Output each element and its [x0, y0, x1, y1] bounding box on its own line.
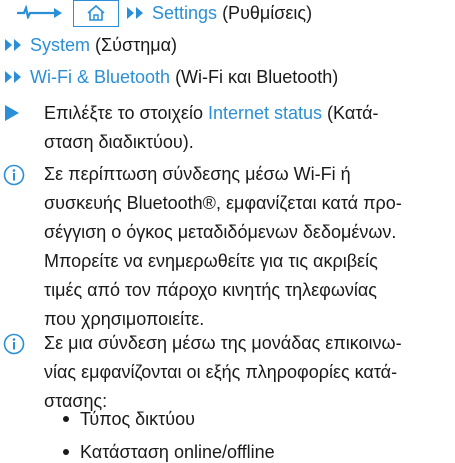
manual-page: Settings (Ρυθμίσεις) System (Σύστημα) Wi… [0, 0, 455, 462]
step-line-1-suffix: (Κατά- [322, 103, 379, 123]
bullet-dot [63, 449, 69, 455]
double-chevron-right-icon [127, 7, 143, 19]
breadcrumb-system[interactable]: System (Σύστημα) [30, 34, 177, 56]
bullet-item: Τύπος δικτύου [80, 409, 195, 429]
breadcrumb-system-translation: (Σύστημα) [95, 35, 177, 55]
breadcrumb-wifi-translation: (Wi-Fi και Bluetooth) [175, 67, 339, 87]
note-1: Σε περίπτωση σύνδεσης μέσω Wi-Fi ή συσκε… [44, 160, 402, 334]
bullet-dot [63, 416, 69, 422]
info-icon [3, 333, 25, 355]
home-icon [87, 4, 105, 21]
step-line-2: σταση διαδικτύου). [44, 132, 194, 152]
breadcrumb-wifi[interactable]: Wi-Fi & Bluetooth (Wi-Fi και Bluetooth) [30, 66, 338, 88]
note-1-line: σέγγιση ο όγκος μεταδιδόμενων δεδομένων. [44, 222, 397, 242]
note-2-line: Σε μια σύνδεση μέσω της μονάδας επικοινω… [44, 333, 402, 353]
step-line-1: Επιλέξτε το στοιχείο Internet status (Κα… [44, 99, 379, 128]
internet-status-link[interactable]: Internet status [208, 103, 322, 123]
info-icon [3, 164, 25, 186]
note-1-line: συσκευής Bluetooth®, εμφανίζεται κατά πρ… [44, 193, 402, 213]
bullet-item: Κατάσταση online/offline [80, 442, 275, 462]
arrow-right-icon [17, 5, 62, 19]
home-button[interactable] [73, 0, 119, 27]
breadcrumb-system-label[interactable]: System [30, 35, 90, 55]
double-chevron-right-icon [5, 71, 21, 83]
breadcrumb-wifi-label[interactable]: Wi-Fi & Bluetooth [30, 67, 170, 87]
double-chevron-right-icon [5, 39, 21, 51]
note-1-line: Μπορείτε να ενημερωθείτε για τις ακριβεί… [44, 251, 378, 271]
step-line-1-prefix: Επιλέξτε το στοιχείο [44, 103, 208, 123]
breadcrumb-settings-translation: (Ρυθμίσεις) [222, 3, 313, 23]
note-1-line: τιμές από τον πάροχο κινητής τηλεφωνίας [44, 280, 377, 300]
note-2-line: νίας εμφανίζονται οι εξής πληροφορίες κα… [44, 362, 398, 382]
play-triangle-icon [5, 105, 19, 121]
breadcrumb-settings-label[interactable]: Settings [152, 3, 217, 23]
step-instruction: Επιλέξτε το στοιχείο Internet status (Κα… [44, 99, 379, 157]
note-1-line: Σε περίπτωση σύνδεσης μέσω Wi-Fi ή [44, 164, 351, 184]
note-2: Σε μια σύνδεση μέσω της μονάδας επικοινω… [44, 329, 402, 416]
breadcrumb-settings[interactable]: Settings (Ρυθμίσεις) [152, 2, 312, 24]
